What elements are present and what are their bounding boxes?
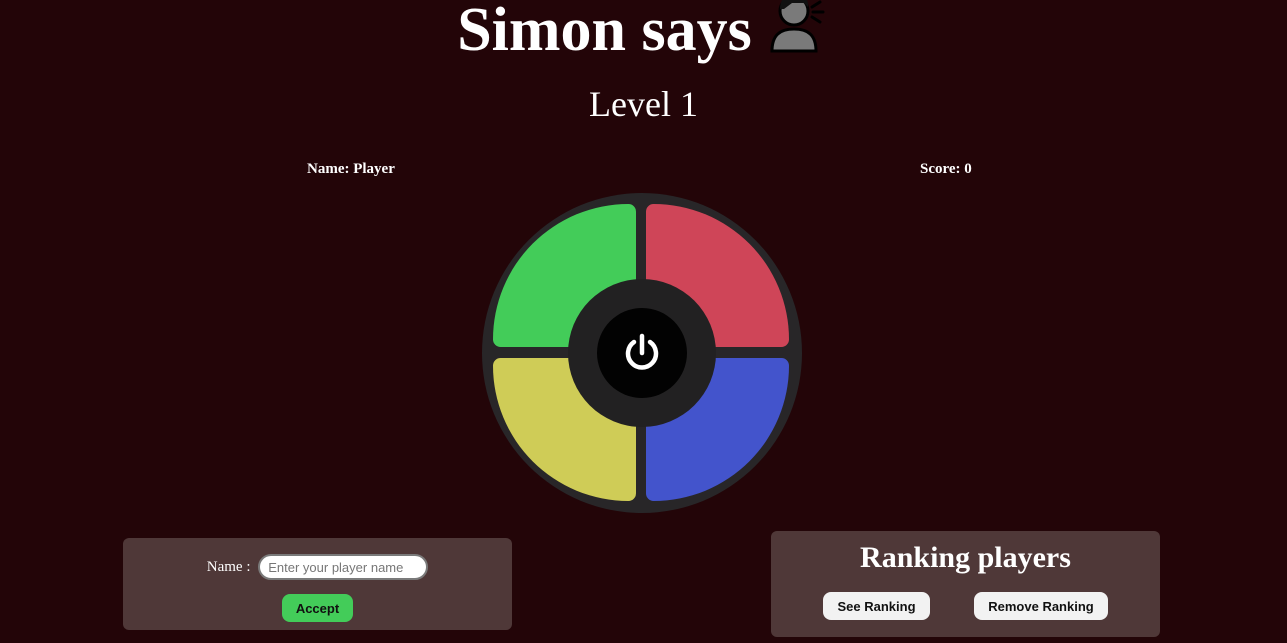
score-display: Score: 0 <box>920 161 972 177</box>
player-name-input[interactable] <box>258 554 429 580</box>
see-ranking-button[interactable]: See Ranking <box>823 592 930 620</box>
ranking-panel: Ranking players See Ranking Remove Ranki… <box>771 531 1160 637</box>
level-indicator: Level 1 <box>589 84 698 124</box>
power-button[interactable] <box>597 308 687 398</box>
simon-board <box>482 193 802 513</box>
name-label: Name : <box>206 558 251 575</box>
name-panel: Name : Accept <box>123 538 512 630</box>
power-icon <box>625 333 659 370</box>
player-name-display: Name: Player <box>307 161 395 177</box>
page-title: Simon says <box>0 0 1287 69</box>
name-row: Name : <box>123 554 512 580</box>
title-text: Simon says <box>457 0 752 64</box>
speaking-person-icon <box>766 0 830 69</box>
simon-says-page: Simon says Level 1 Name: Player Score: 0… <box>0 0 1287 643</box>
remove-ranking-button[interactable]: Remove Ranking <box>974 592 1108 620</box>
ranking-title: Ranking players <box>860 541 1071 574</box>
center-hub <box>568 279 716 427</box>
accept-button[interactable]: Accept <box>282 594 353 622</box>
